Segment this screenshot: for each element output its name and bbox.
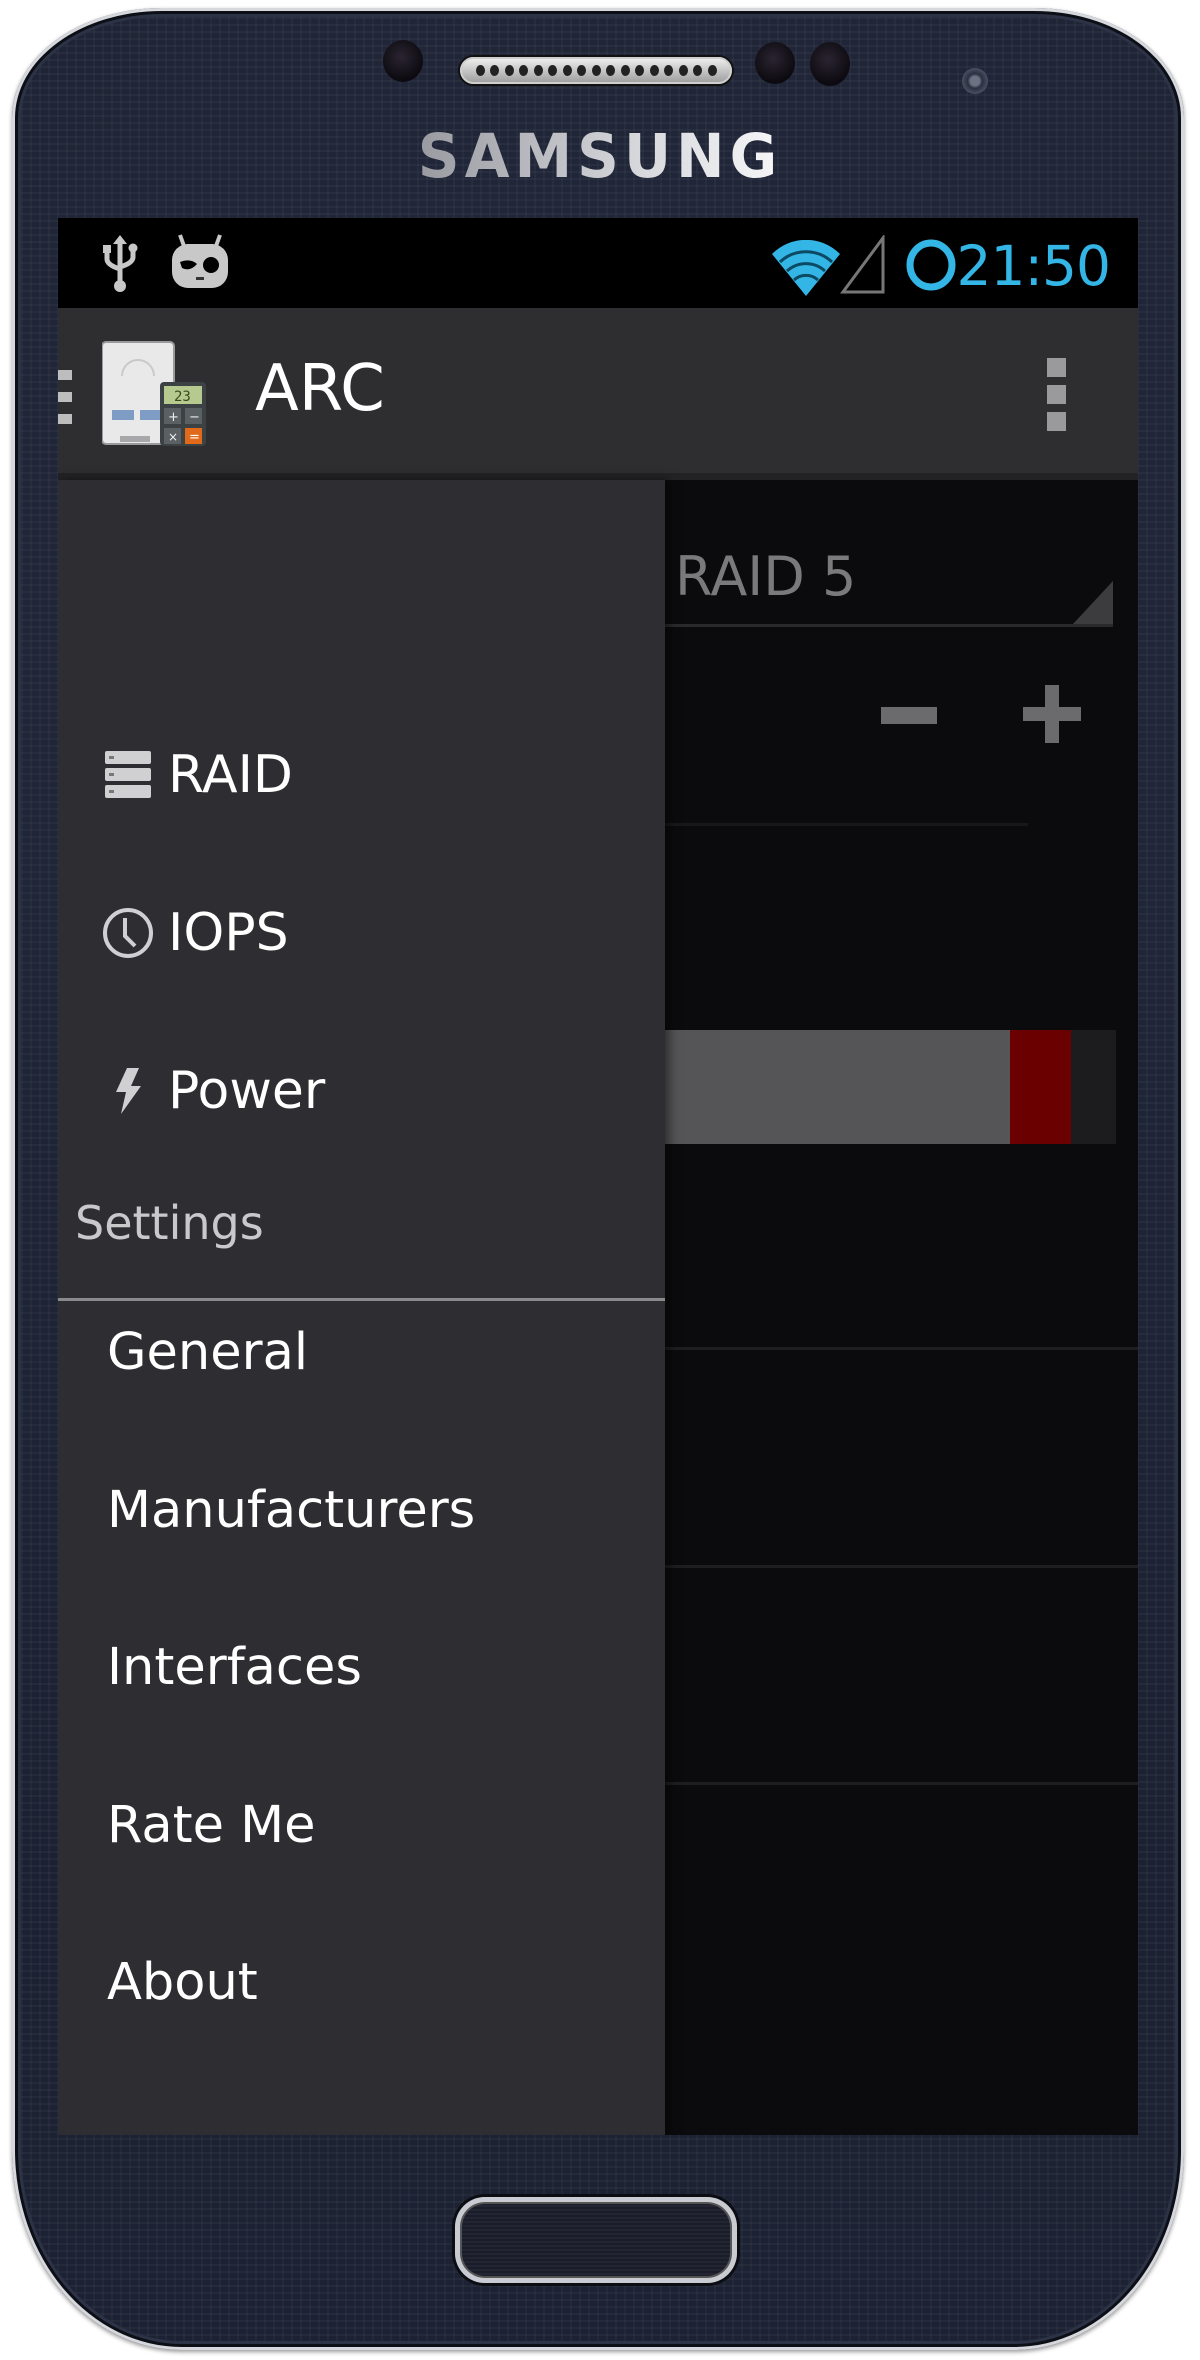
disk-calculator-icon[interactable]: 23 + − × =: [102, 340, 208, 448]
lightning-icon: [98, 1061, 158, 1121]
screen: 21:50 23 + − × = ARC RAID 5 RAID IOPS Po…: [58, 218, 1138, 2135]
drawer-item-label: Interfaces: [107, 1637, 362, 1697]
drawer-item-label: About: [107, 1952, 258, 2012]
drawer-item-label: Power: [168, 1061, 326, 1121]
capacity-bar: [665, 1030, 1116, 1144]
drawer-item-label: IOPS: [168, 903, 289, 963]
earpiece-speaker: [460, 57, 732, 84]
drawer-item-interfaces[interactable]: Interfaces: [58, 1589, 665, 1745]
capacity-segment-usable: [665, 1030, 1010, 1144]
drawer-item-about[interactable]: About: [58, 1904, 665, 2060]
status-time: 21:50: [956, 234, 1111, 298]
light-sensor: [755, 42, 795, 84]
spinner-underline: [665, 624, 1113, 627]
ir-sensor: [810, 42, 850, 86]
drawer-item-label: Manufacturers: [107, 1480, 476, 1540]
row-divider: [665, 1782, 1138, 1785]
sync-circle-icon: [906, 239, 956, 291]
wifi-icon: [772, 240, 840, 296]
raid-level-spinner[interactable]: RAID 5: [675, 545, 856, 608]
svg-text:−: −: [189, 410, 200, 425]
navigation-drawer: RAID IOPS Power Settings General Manufac…: [58, 480, 665, 2135]
row-divider: [665, 1565, 1138, 1568]
drawer-item-label: Rate Me: [107, 1795, 316, 1855]
increment-button-vertical[interactable]: [1045, 685, 1059, 743]
drawer-item-label: General: [107, 1322, 308, 1382]
svg-text:=: =: [189, 430, 200, 445]
signal-icon: [840, 235, 885, 294]
usb-icon: [103, 235, 138, 292]
server-stack-icon: [98, 745, 158, 805]
drawer-item-iops[interactable]: IOPS: [58, 863, 665, 1003]
brand-logo: SAMSUNG: [380, 120, 820, 191]
capacity-segment-other: [1070, 1030, 1116, 1144]
svg-text:+: +: [168, 410, 179, 425]
proximity-sensor: [383, 40, 423, 82]
drawer-item-power[interactable]: Power: [58, 1021, 665, 1161]
drawer-item-rate-me[interactable]: Rate Me: [58, 1747, 665, 1903]
decrement-button[interactable]: [881, 707, 937, 724]
drawer-item-raid[interactable]: RAID: [58, 705, 665, 845]
clock-icon: [98, 903, 158, 963]
drawer-item-label: RAID: [168, 745, 293, 805]
action-bar: 23 + − × = ARC: [58, 308, 1138, 480]
drawer-item-general[interactable]: General: [58, 1274, 665, 1430]
app-title: ARC: [255, 352, 385, 426]
separator: [665, 823, 1028, 826]
front-camera: [962, 68, 988, 94]
overflow-menu-icon[interactable]: [1047, 358, 1066, 431]
capacity-segment-parity: [1010, 1030, 1071, 1144]
settings-section-header: Settings: [75, 1196, 264, 1250]
cyanogenmod-icon: [172, 234, 228, 288]
spinner-dropdown-icon[interactable]: [1073, 581, 1113, 624]
svg-text:×: ×: [168, 430, 178, 444]
row-divider: [665, 1347, 1138, 1350]
drawer-item-manufacturers[interactable]: Manufacturers: [58, 1432, 665, 1588]
status-bar: 21:50: [58, 218, 1138, 308]
home-button[interactable]: [455, 2197, 737, 2283]
drawer-indicator-icon[interactable]: [58, 370, 72, 424]
svg-text:23: 23: [174, 389, 191, 405]
